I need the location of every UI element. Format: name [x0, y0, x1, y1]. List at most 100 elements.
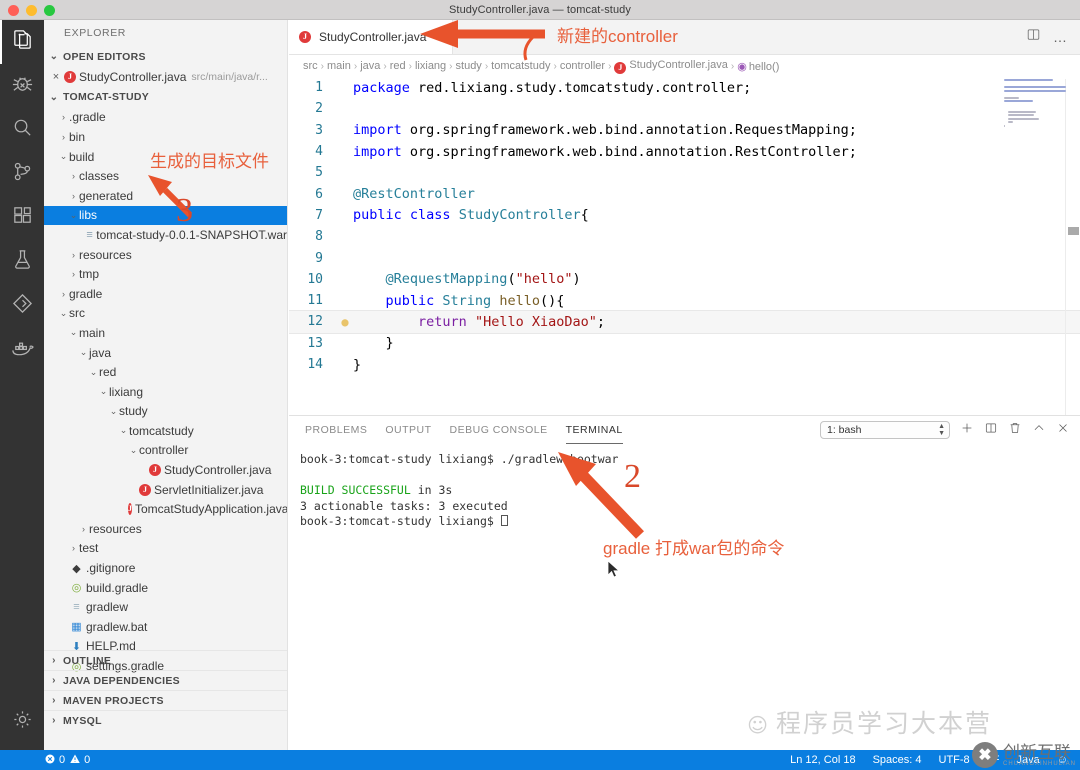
chevron-down-icon: ⌄: [59, 307, 68, 318]
window-traffic-lights[interactable]: [8, 5, 55, 16]
code-line[interactable]: 5: [289, 162, 1080, 183]
panel-tab-terminal[interactable]: TERMINAL: [565, 416, 623, 444]
sidebar-section-maven-projects[interactable]: › MAVEN PROJECTS: [44, 690, 287, 710]
close-editor-icon[interactable]: ×: [48, 71, 64, 83]
tree-item[interactable]: › resources: [44, 245, 287, 265]
close-window-button[interactable]: [8, 5, 19, 16]
split-editor-icon[interactable]: [1026, 27, 1041, 47]
breadcrumb-item[interactable]: main: [327, 60, 351, 72]
tree-item[interactable]: › .gradle: [44, 108, 287, 128]
activitybar-docker[interactable]: [0, 328, 44, 372]
breadcrumb[interactable]: src › main › java › red › lixiang › study › tomcatst…: [289, 55, 1080, 77]
breadcrumb-item[interactable]: study: [456, 60, 482, 72]
tree-item[interactable]: J StudyController.java: [44, 460, 287, 480]
breadcrumb-item[interactable]: red: [390, 60, 406, 72]
close-tab-button[interactable]: ×: [435, 30, 442, 44]
tree-item[interactable]: J TomcatStudyApplication.java: [44, 499, 287, 519]
activitybar-search[interactable]: [0, 108, 44, 152]
tree-item[interactable]: ≡ tomcat-study-0.0.1-SNAPSHOT.war: [44, 225, 287, 245]
tree-item[interactable]: ⌄ lixiang: [44, 382, 287, 402]
split-icon[interactable]: [984, 421, 998, 440]
tree-item[interactable]: ⌄ src: [44, 304, 287, 324]
tree-item[interactable]: ⌄ main: [44, 323, 287, 343]
tree-item[interactable]: J ServletInitializer.java: [44, 480, 287, 500]
panel-tab-output[interactable]: OUTPUT: [385, 416, 431, 444]
activitybar-run-debug[interactable]: [0, 64, 44, 108]
code-line[interactable]: 10 @RequestMapping("hello"): [289, 269, 1080, 290]
section-open-editors[interactable]: ⌄ OPEN EDITORS: [44, 46, 287, 67]
code-line[interactable]: 14}: [289, 354, 1080, 375]
close-icon[interactable]: [1056, 421, 1070, 440]
code-line[interactable]: 1 package red.lixiang.study.tomcatstudy.c…: [289, 77, 1080, 98]
tree-item[interactable]: › classes: [44, 166, 287, 186]
activitybar-source-control[interactable]: [0, 152, 44, 196]
tree-item[interactable]: ⌄ controller: [44, 441, 287, 461]
tree-item-label: lixiang: [109, 384, 144, 399]
minimize-window-button[interactable]: [26, 5, 37, 16]
activitybar-explorer[interactable]: [0, 20, 44, 64]
lightbulb-icon[interactable]: ●: [337, 315, 353, 329]
code-line[interactable]: 11 public String hello(){: [289, 290, 1080, 311]
breadcrumb-item[interactable]: java: [360, 60, 380, 72]
code-line[interactable]: 6 @RestController: [289, 183, 1080, 204]
terminal-output[interactable]: book-3:tomcat-study lixiang$ ./gradlew b…: [289, 444, 1080, 530]
breadcrumb-item[interactable]: J StudyController.java: [614, 59, 728, 74]
code-line[interactable]: 9: [289, 247, 1080, 268]
breadcrumb-item[interactable]: lixiang: [415, 60, 446, 72]
tree-item[interactable]: ≡ gradlew: [44, 597, 287, 617]
code-line[interactable]: 13 }: [289, 333, 1080, 354]
editor-more-actions-icon[interactable]: …: [1053, 29, 1068, 45]
tree-item[interactable]: ⌄ red: [44, 362, 287, 382]
tree-item[interactable]: › resources: [44, 519, 287, 539]
chevron-up-icon[interactable]: [1032, 421, 1046, 440]
plus-icon[interactable]: [960, 421, 974, 440]
tree-item[interactable]: ⌄ build: [44, 147, 287, 167]
trash-icon[interactable]: [1008, 421, 1022, 440]
code-line[interactable]: 4 import org.springframework.web.bind.ann…: [289, 141, 1080, 162]
tree-item[interactable]: ▦ gradlew.bat: [44, 617, 287, 637]
tree-item[interactable]: ⌄ study: [44, 402, 287, 422]
status-encoding[interactable]: UTF-8: [939, 754, 970, 766]
section-project-root[interactable]: ⌄ TOMCAT-STUDY: [44, 87, 287, 108]
tree-item[interactable]: ◎ build.gradle: [44, 578, 287, 598]
sidebar-section-mysql[interactable]: › MYSQL: [44, 710, 287, 730]
panel-tab-problems[interactable]: PROBLEMS: [305, 416, 367, 444]
status-cursor-position[interactable]: Ln 12, Col 18: [790, 754, 855, 766]
editor-scrollbar-thumb[interactable]: [1068, 227, 1079, 235]
editor-scrollbar[interactable]: [1067, 77, 1080, 428]
tree-item[interactable]: ⌄ java: [44, 343, 287, 363]
activitybar-gitlens[interactable]: [0, 284, 44, 328]
breadcrumb-item[interactable]: src: [303, 60, 318, 72]
status-indentation[interactable]: Spaces: 4: [873, 754, 922, 766]
status-warnings[interactable]: 0: [69, 753, 90, 768]
code-line[interactable]: 3 import org.springframework.web.bind.ann…: [289, 120, 1080, 141]
terminal-selector[interactable]: 1: bash ▲ ▼: [820, 421, 950, 439]
sidebar-section-java-dependencies[interactable]: › JAVA DEPENDENCIES: [44, 670, 287, 690]
breadcrumb-item[interactable]: ◉ hello(): [737, 60, 779, 73]
tree-item[interactable]: › test: [44, 539, 287, 559]
code-line[interactable]: 2: [289, 98, 1080, 119]
tree-item[interactable]: › bin: [44, 127, 287, 147]
breadcrumb-item[interactable]: tomcatstudy: [491, 60, 550, 72]
code-line[interactable]: 12 ● return "Hello XiaoDao";: [289, 311, 1080, 333]
breadcrumb-item[interactable]: controller: [560, 60, 605, 72]
editor-tab-studycontroller[interactable]: J StudyController.java ×: [289, 20, 454, 54]
tree-item[interactable]: › generated: [44, 186, 287, 206]
activitybar-manage[interactable]: [0, 700, 44, 744]
tree-item[interactable]: › gradle: [44, 284, 287, 304]
status-errors[interactable]: 0: [44, 753, 65, 768]
error-icon: [44, 753, 56, 768]
activitybar-testing[interactable]: [0, 240, 44, 284]
panel-tab-debug-console[interactable]: DEBUG CONSOLE: [450, 416, 548, 444]
tree-item[interactable]: ⌄ libs: [44, 205, 287, 226]
code-line[interactable]: 7 public class StudyController{: [289, 205, 1080, 226]
zoom-window-button[interactable]: [44, 5, 55, 16]
tree-item[interactable]: ⌄ tomcatstudy: [44, 421, 287, 441]
sidebar-section-outline[interactable]: › OUTLINE: [44, 650, 287, 670]
tree-item[interactable]: › tmp: [44, 264, 287, 284]
open-editor-item[interactable]: × J StudyController.java src/main/java/r...: [44, 67, 287, 87]
code-line[interactable]: 8: [289, 226, 1080, 247]
tree-item[interactable]: ◆ .gitignore: [44, 558, 287, 578]
code-editor[interactable]: 1 package red.lixiang.study.tomcatstudy.c…: [289, 77, 1080, 428]
activitybar-extensions[interactable]: [0, 196, 44, 240]
